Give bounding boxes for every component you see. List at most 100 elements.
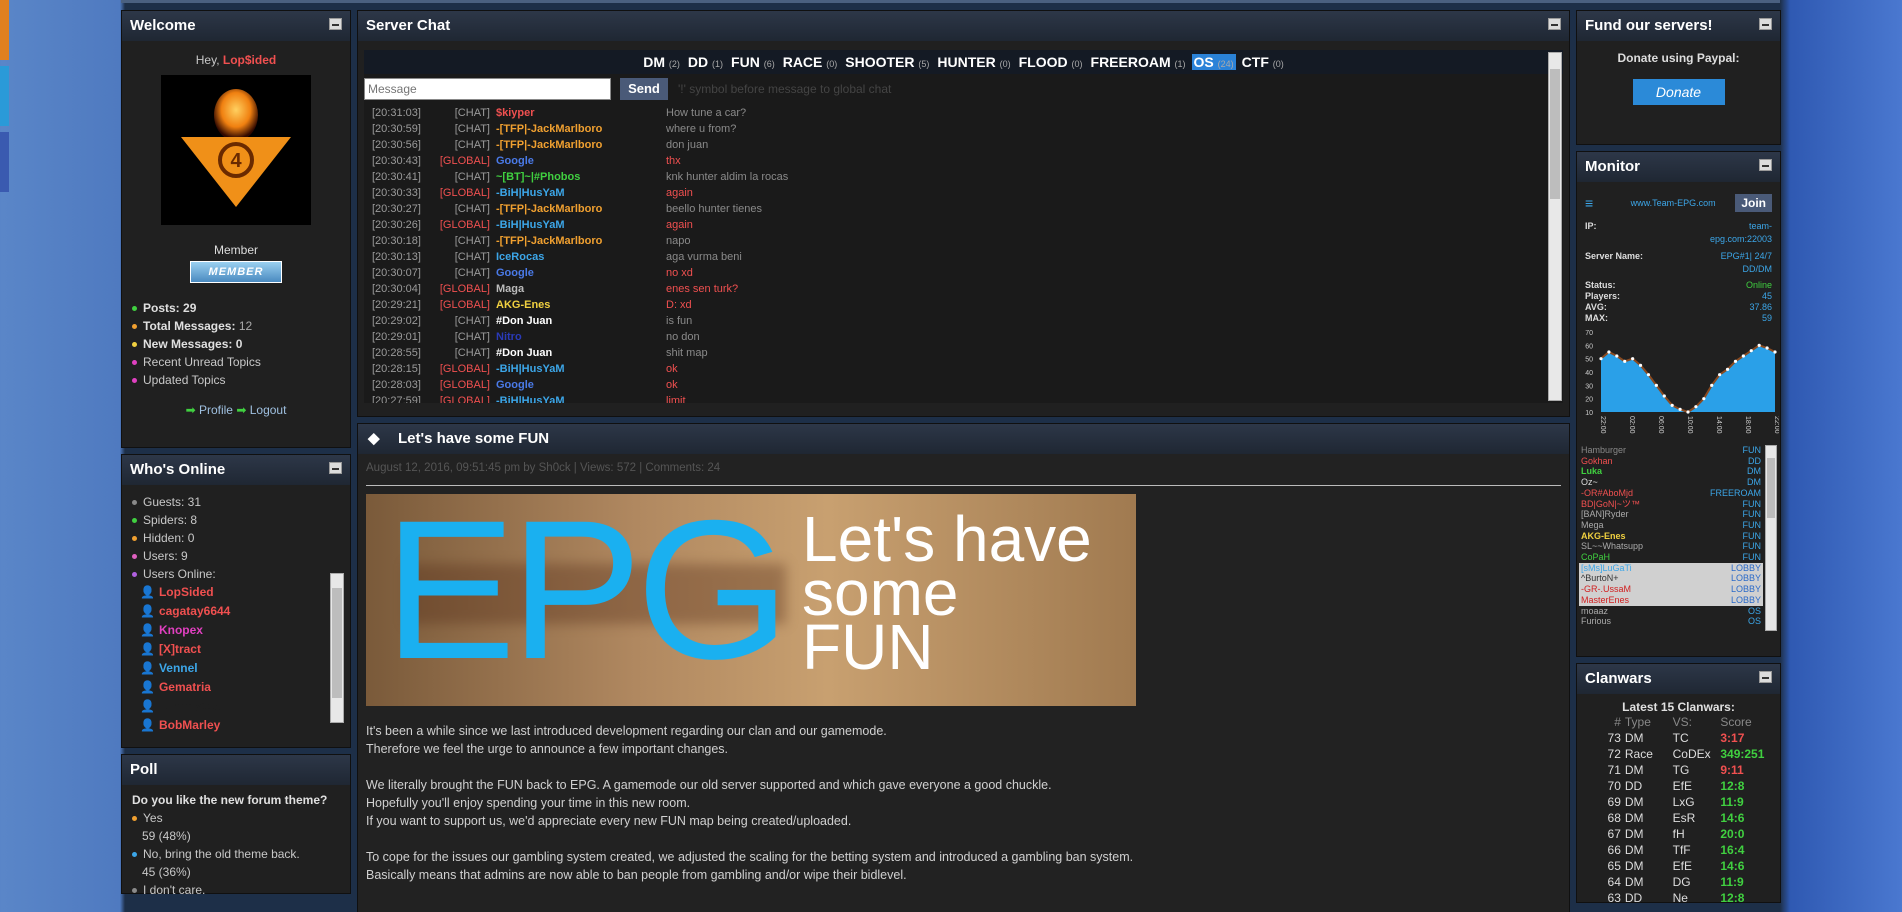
chat-user[interactable]: -[TFP|-JackMarlboro — [496, 137, 666, 153]
online-user[interactable]: 👤 Tommy1se — [140, 697, 336, 716]
player-row[interactable]: Furious OS — [1579, 616, 1763, 627]
online-user[interactable]: 👤 cagatay6644 — [140, 602, 336, 621]
player-row[interactable]: [BAN]Ryder FUN — [1579, 509, 1763, 520]
chat-user[interactable]: Google — [496, 265, 666, 281]
chat-channel: [GLOBAL] — [439, 299, 490, 311]
online-list-scrollbar[interactable] — [330, 573, 344, 723]
player-row[interactable]: -GR-.UssaM LOBBY — [1579, 584, 1763, 595]
chat-user[interactable]: IceRocas — [496, 249, 666, 265]
chat-tab-os[interactable]: OS (24) — [1191, 54, 1236, 70]
clanwar-row[interactable]: 64 DM DG 11:9 — [1577, 874, 1780, 890]
chat-user[interactable]: #Don Juan — [496, 313, 666, 329]
chat-tab-fun[interactable]: FUN (6) — [729, 54, 777, 70]
article-line: Hopefully you'll enjoy spending your tim… — [366, 796, 691, 810]
clanwar-row[interactable]: 72 Race CoDEx 349:251 — [1577, 746, 1780, 762]
chat-tab-dd[interactable]: DD (1) — [686, 54, 725, 70]
chat-user[interactable]: Google — [496, 153, 666, 169]
monitor-field-value: team-epg.com:22003 — [1709, 221, 1772, 244]
chat-user[interactable]: -BiH|HusYaM — [496, 185, 666, 201]
chat-user[interactable]: -[TFP|-JackMarlboro — [496, 233, 666, 249]
chat-tab-race[interactable]: RACE (0) — [781, 54, 840, 70]
username[interactable]: Lop$ided — [223, 53, 276, 67]
online-user[interactable]: 👤 LopSided — [140, 583, 336, 602]
clanwar-row[interactable]: 73 DM TC 3:17 — [1577, 730, 1780, 746]
player-row[interactable]: SL~~Whatsupp FUN — [1579, 541, 1763, 552]
online-user[interactable]: 👤 BobMarley — [140, 716, 336, 733]
chart-point — [1773, 350, 1777, 354]
chat-user[interactable]: Nitro — [496, 329, 666, 345]
chat-user[interactable]: AKG-Enes — [496, 297, 666, 313]
chat-user[interactable]: ~[BT]~|#Phobos — [496, 169, 666, 185]
online-user[interactable]: 👤 Gematria — [140, 678, 336, 697]
clanwar-row[interactable]: 71 DM TG 9:11 — [1577, 762, 1780, 778]
profile-link[interactable]: Profile — [199, 403, 233, 417]
donate-button[interactable]: Donate — [1632, 79, 1725, 105]
player-row[interactable]: moaaz OS — [1579, 606, 1763, 617]
player-row[interactable]: BD|GoN|~ツ™ FUN — [1579, 499, 1763, 510]
clanwar-row[interactable]: 68 DM EsR 14:6 — [1577, 810, 1780, 826]
chat-tab-hunter[interactable]: HUNTER (0) — [935, 54, 1012, 70]
welcome-stats: Posts: 29 Total Messages: 12 New Messages:… — [122, 299, 350, 389]
greeting-text: Hey, — [195, 53, 223, 67]
chat-scrollbar[interactable] — [1548, 52, 1562, 401]
chat-user[interactable]: Maga — [496, 281, 666, 297]
join-button[interactable]: Join — [1735, 194, 1772, 212]
player-row[interactable]: Gokhan DD — [1579, 456, 1763, 467]
chat-message-input[interactable] — [364, 78, 611, 100]
chat-user[interactable]: -BiH|HusYaM — [496, 217, 666, 233]
minimize-icon[interactable] — [329, 462, 342, 474]
chat-tab-flood[interactable]: FLOOD (0) — [1017, 54, 1085, 70]
chat-user[interactable]: -[TFP|-JackMarlboro — [496, 201, 666, 217]
article-title[interactable]: Let's have some FUN — [398, 430, 549, 447]
chat-text: enes sen turk? — [666, 283, 739, 295]
player-row[interactable]: MasterEnes LOBBY — [1579, 594, 1763, 606]
chat-user[interactable]: -BiH|HusYaM — [496, 361, 666, 377]
avatar[interactable]: 4 — [161, 75, 311, 225]
player-mode: OS — [1747, 605, 1761, 616]
online-user[interactable]: 👤 Knopex — [140, 621, 336, 640]
chat-tab-dm[interactable]: DM (2) — [641, 54, 682, 70]
clanwar-row[interactable]: 65 DM EfE 14:6 — [1577, 858, 1780, 874]
chat-tab-ctf[interactable]: CTF (0) — [1240, 54, 1286, 70]
send-button[interactable]: Send — [620, 78, 668, 100]
player-mode: FUN — [1742, 445, 1762, 455]
monitor-site-link[interactable]: www.Team-EPG.com — [1611, 198, 1735, 208]
minimize-icon[interactable] — [1759, 18, 1772, 30]
player-row[interactable]: AKG-Enes FUN — [1579, 531, 1763, 542]
online-stat: Guests: 31 — [132, 493, 340, 511]
player-row[interactable]: Oz~ DM — [1579, 477, 1763, 488]
logout-link[interactable]: Logout — [250, 403, 287, 417]
online-user[interactable]: 👤 [X]tract — [140, 640, 336, 659]
chat-tab-freeroam[interactable]: FREEROAM (1) — [1089, 54, 1188, 70]
chat-tab-shooter[interactable]: SHOOTER (5) — [843, 54, 931, 70]
clanwar-row[interactable]: 67 DM fH 20:0 — [1577, 826, 1780, 842]
player-row[interactable]: [sMs]LuGaTi LOBBY — [1579, 562, 1763, 574]
clanwar-row[interactable]: 66 DM TfF 16:4 — [1577, 842, 1780, 858]
clanwar-row[interactable]: 63 DD Ne 12:8 — [1577, 890, 1780, 906]
players-scrollbar[interactable] — [1765, 445, 1777, 631]
chat-user[interactable]: $kiyper — [496, 105, 666, 121]
online-user[interactable]: 👤 Vennel — [140, 659, 336, 678]
players-chart: 70 60 50 40 30 20 10 22:00 02:00 06:00 10:00 14:00 1… — [1585, 330, 1780, 434]
minimize-icon[interactable] — [329, 18, 342, 30]
welcome-stat[interactable]: Recent Unread Topics — [132, 353, 340, 371]
chat-user[interactable]: -[TFP|-JackMarlboro — [496, 121, 666, 137]
welcome-stat[interactable]: Updated Topics — [132, 371, 340, 389]
minimize-icon[interactable] — [1759, 159, 1772, 171]
chat-user[interactable]: Google — [496, 377, 666, 393]
player-row[interactable]: Luka DM — [1579, 466, 1763, 477]
chat-user[interactable]: -BiH|HusYaM — [496, 393, 666, 403]
poll-option[interactable]: No, bring the old theme back. — [132, 845, 340, 863]
player-row[interactable]: ^BurtoN+ LOBBY — [1579, 573, 1763, 585]
player-row[interactable]: CoPaH FUN — [1579, 552, 1763, 563]
player-row[interactable]: Mega FUN — [1579, 520, 1763, 531]
minimize-icon[interactable] — [1548, 18, 1561, 30]
player-row[interactable]: -OR#AboMjd FREEROAM — [1579, 488, 1763, 499]
poll-option[interactable]: I don't care. — [132, 881, 340, 899]
poll-option[interactable]: Yes — [132, 809, 340, 827]
chat-user[interactable]: #Don Juan — [496, 345, 666, 361]
minimize-icon[interactable] — [1759, 671, 1772, 683]
player-row[interactable]: Hamburger FUN — [1579, 445, 1763, 456]
clanwar-row[interactable]: 70 DD EfE 12:8 — [1577, 778, 1780, 794]
clanwar-row[interactable]: 69 DM LxG 11:9 — [1577, 794, 1780, 810]
